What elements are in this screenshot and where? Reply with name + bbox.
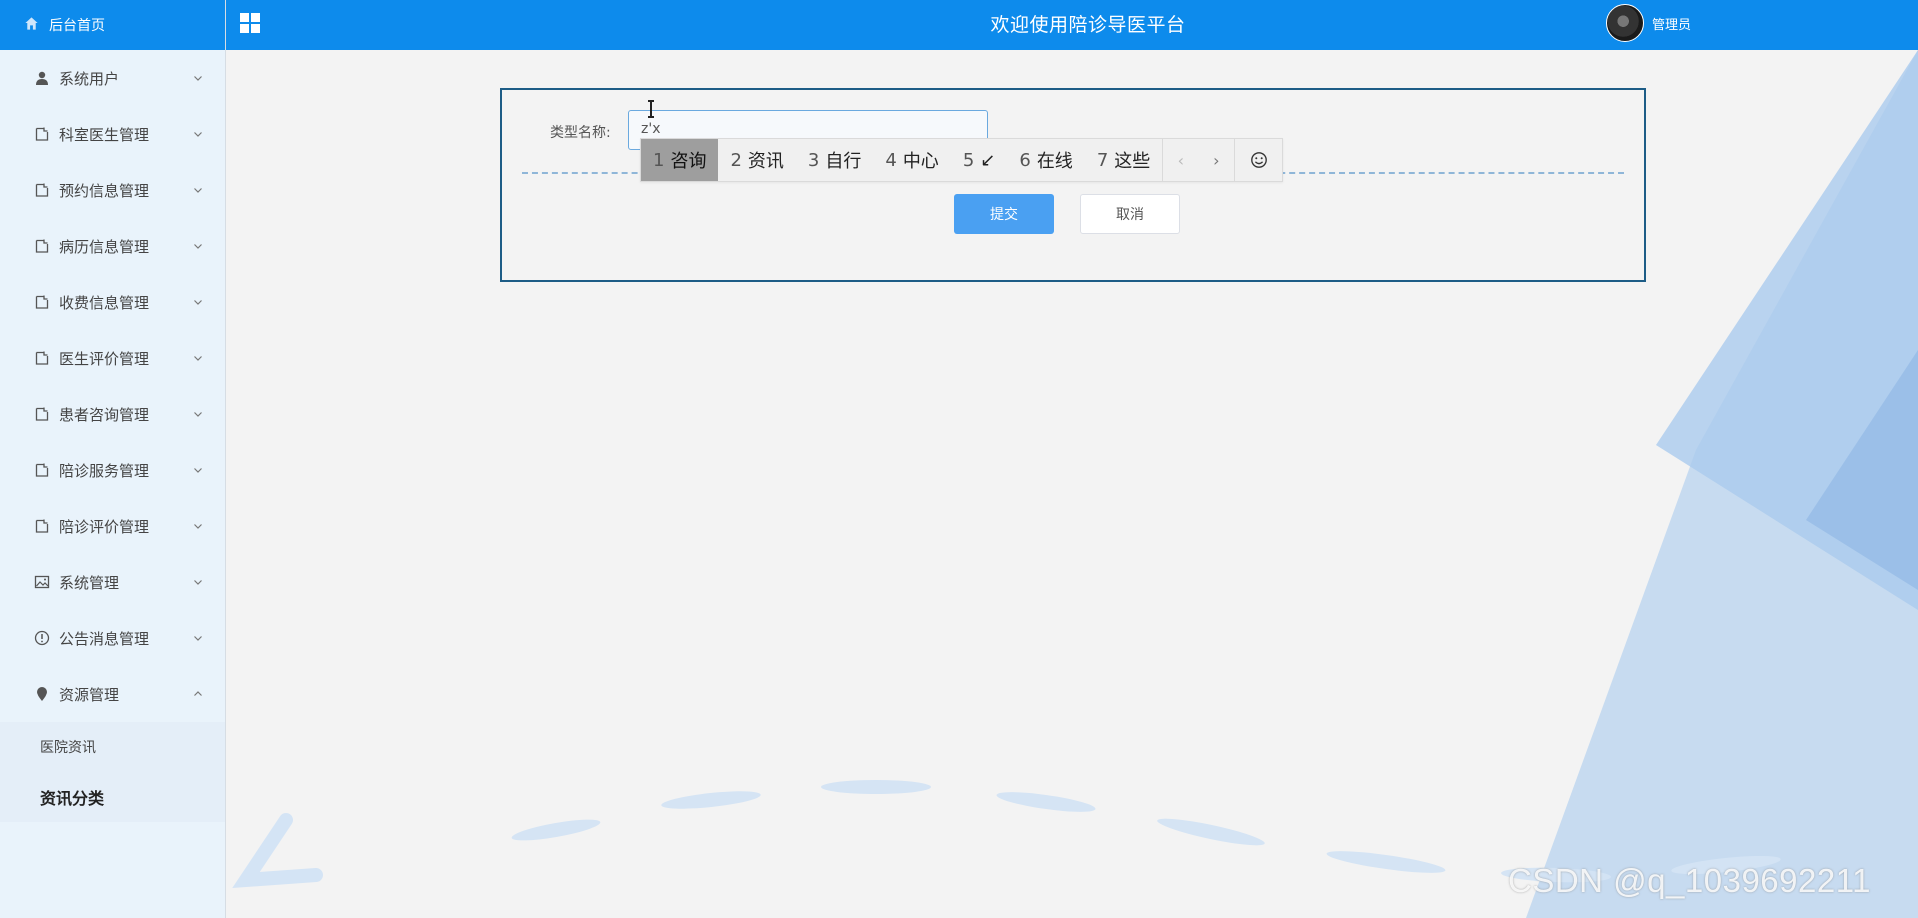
- sidebar: 后台首页 系统用户科室医生管理 预约信息管理 病历信息管理 收费信息管理 医生评价管理患…: [0, 0, 226, 918]
- doc-icon: [34, 182, 50, 198]
- sidebar-item-0[interactable]: 系统用户: [0, 50, 225, 106]
- ime-candidate-list: 1 咨询 2 资讯 3 自行 4 中心 5 ↙ 6 在线 7 这些: [641, 139, 1162, 181]
- sidebar-item-label: 陪诊服务管理: [59, 461, 150, 480]
- info-icon: [34, 630, 50, 646]
- sidebar-item-label: 病历信息管理: [59, 237, 150, 256]
- ime-candidate-number: 5: [962, 149, 975, 171]
- ime-candidate-text: 这些: [1114, 151, 1151, 172]
- ime-emoji-button[interactable]: [1234, 139, 1282, 181]
- doc-icon: [34, 126, 50, 142]
- sidebar-item-label: 系统用户: [59, 69, 120, 88]
- ime-candidate-number: 3: [807, 149, 820, 171]
- sidebar-subitem-hospital-news[interactable]: 医院资讯: [0, 722, 225, 772]
- sidebar-item-label: 资源管理: [59, 685, 120, 704]
- sidebar-subitem-news-category[interactable]: 资讯分类: [0, 772, 225, 822]
- sidebar-item-label: 预约信息管理: [59, 181, 150, 200]
- sidebar-item-label: 系统管理: [59, 573, 120, 592]
- sidebar-item-6[interactable]: 患者咨询管理: [0, 386, 225, 442]
- sidebar-item-4[interactable]: 收费信息管理: [0, 274, 225, 330]
- sidebar-item-label: 收费信息管理: [59, 293, 150, 312]
- ime-candidate[interactable]: 7 这些: [1085, 139, 1162, 181]
- doc-icon: [34, 518, 50, 534]
- sidebar-home[interactable]: 后台首页: [0, 0, 225, 50]
- sidebar-item-label: 医生评价管理: [59, 349, 150, 368]
- sidebar-home-label: 后台首页: [49, 18, 105, 34]
- watermark: CSDN @q_1039692211: [1508, 862, 1871, 899]
- sidebar-item-label: 公告消息管理: [59, 629, 150, 648]
- doc-icon: [34, 350, 50, 366]
- ime-candidate-text: 自行: [825, 151, 862, 172]
- ime-candidate[interactable]: 1 咨询: [641, 139, 719, 181]
- sidebar-item-7[interactable]: 陪诊服务管理: [0, 442, 225, 498]
- sidebar-item-label: 陪诊评价管理: [59, 517, 150, 536]
- ime-candidate[interactable]: 5 ↙: [951, 139, 1008, 181]
- text-cursor-icon: [648, 100, 654, 118]
- user-menu[interactable]: 管理员: [1606, 4, 1691, 42]
- sidebar-menu: 系统用户科室医生管理 预约信息管理 病历信息管理 收费信息管理 医生评价管理 患者咨询管理…: [0, 50, 225, 722]
- doc-icon: [34, 294, 50, 310]
- home-icon: [24, 16, 39, 35]
- avatar: [1606, 4, 1644, 42]
- sidebar-item-5[interactable]: 医生评价管理: [0, 330, 225, 386]
- submenu-resource: 医院资讯 资讯分类: [0, 722, 225, 822]
- ime-candidate-text: ↙: [980, 149, 996, 171]
- sidebar-item-label: 患者咨询管理: [59, 405, 150, 424]
- ime-candidate-number: 4: [885, 149, 897, 171]
- sidebar-item-11[interactable]: 资源管理: [0, 666, 225, 722]
- ime-candidate[interactable]: 6 在线: [1007, 139, 1084, 181]
- picture-icon: [34, 574, 50, 590]
- ime-candidate-text: 资讯: [747, 151, 784, 172]
- type-name-label: 类型名称:: [550, 125, 611, 141]
- sidebar-item-9[interactable]: 系统管理: [0, 554, 225, 610]
- emoji-icon: [1250, 152, 1267, 168]
- ime-candidate[interactable]: 4 中心: [873, 139, 950, 181]
- ime-next-page-button[interactable]: ›: [1198, 139, 1234, 181]
- cancel-button[interactable]: 取消: [1080, 194, 1180, 234]
- ime-candidate-text: 中心: [902, 151, 939, 172]
- ime-candidate-number: 1: [653, 149, 665, 171]
- ime-candidate-number: 2: [730, 149, 742, 171]
- ime-candidate-text: 在线: [1036, 151, 1073, 172]
- ime-candidate-number: 7: [1096, 149, 1109, 171]
- sidebar-item-8[interactable]: 陪诊评价管理: [0, 498, 225, 554]
- top-header: 欢迎使用陪诊导医平台 管理员: [226, 0, 1918, 50]
- user-name: 管理员: [1652, 17, 1692, 33]
- user-icon: [34, 70, 50, 86]
- sidebar-item-1[interactable]: 科室医生管理: [0, 106, 225, 162]
- ime-candidate-bar: 1 咨询 2 资讯 3 自行 4 中心 5 ↙ 6 在线 7 这些 ‹ ›: [640, 138, 1284, 182]
- ime-prev-page-button[interactable]: ‹: [1162, 139, 1198, 181]
- sidebar-item-label: 科室医生管理: [59, 125, 150, 144]
- ime-candidate-text: 咨询: [670, 151, 707, 172]
- category-form: 类型名称: z'x 提交 取消: [500, 88, 1646, 282]
- sidebar-item-2[interactable]: 预约信息管理: [0, 162, 225, 218]
- doc-icon: [34, 406, 50, 422]
- doc-icon: [34, 238, 50, 254]
- ime-candidate[interactable]: 3 自行: [796, 139, 873, 181]
- doc-icon: [34, 462, 50, 478]
- location-icon: [34, 686, 50, 702]
- ime-candidate-number: 6: [1019, 149, 1031, 171]
- sidebar-item-3[interactable]: 病历信息管理: [0, 218, 225, 274]
- submit-button[interactable]: 提交: [954, 194, 1054, 234]
- ime-candidate[interactable]: 2 资讯: [718, 139, 795, 181]
- sidebar-item-10[interactable]: 公告消息管理: [0, 610, 225, 666]
